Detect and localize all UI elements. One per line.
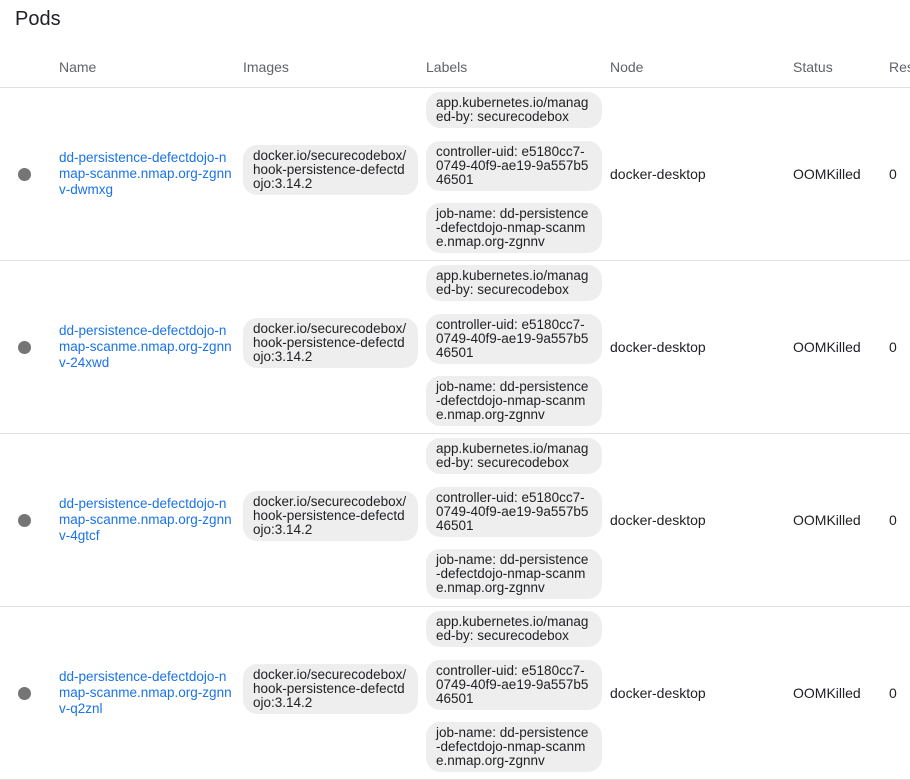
label-chip: controller-uid: e5180cc7-0749-40f9-ae19-… [426, 487, 602, 537]
column-header-labels: Labels [426, 59, 468, 75]
node-name: docker-desktop [610, 166, 706, 182]
status-indicator-icon [18, 168, 31, 181]
status-text: OOMKilled [793, 512, 861, 528]
pod-name-link[interactable]: dd-persistence-defectdojo-nmap-scanme.nm… [59, 323, 234, 371]
status-indicator-icon [18, 687, 31, 700]
column-header-node[interactable]: Node [610, 59, 643, 75]
label-chip: app.kubernetes.io/managed-by: securecode… [426, 438, 602, 474]
label-chip: app.kubernetes.io/managed-by: securecode… [426, 611, 602, 647]
image-chip: docker.io/securecodebox/hook-persistence… [243, 491, 418, 541]
restart-count: 0 [889, 685, 897, 701]
pod-name-link[interactable]: dd-persistence-defectdojo-nmap-scanme.nm… [59, 150, 234, 198]
page-title: Pods [15, 8, 61, 30]
pod-name-link[interactable]: dd-persistence-defectdojo-nmap-scanme.nm… [59, 669, 234, 717]
label-chip: job-name: dd-persistence-defectdojo-nmap… [426, 549, 602, 599]
table-row: dd-persistence-defectdojo-nmap-scanme.nm… [0, 261, 910, 434]
node-name: docker-desktop [610, 685, 706, 701]
status-indicator-icon [18, 341, 31, 354]
status-indicator-icon [18, 514, 31, 527]
table-row: dd-persistence-defectdojo-nmap-scanme.nm… [0, 434, 910, 607]
restart-count: 0 [889, 512, 897, 528]
restart-count: 0 [889, 166, 897, 182]
status-text: OOMKilled [793, 166, 861, 182]
label-chip: app.kubernetes.io/managed-by: securecode… [426, 92, 602, 128]
column-header-name[interactable]: Name [59, 59, 96, 75]
label-chip: job-name: dd-persistence-defectdojo-nmap… [426, 376, 602, 426]
label-chip: controller-uid: e5180cc7-0749-40f9-ae19-… [426, 314, 602, 364]
image-chip: docker.io/securecodebox/hook-persistence… [243, 318, 418, 368]
label-chip: controller-uid: e5180cc7-0749-40f9-ae19-… [426, 141, 602, 191]
label-chip: job-name: dd-persistence-defectdojo-nmap… [426, 203, 602, 253]
image-chip: docker.io/securecodebox/hook-persistence… [243, 664, 418, 714]
status-text: OOMKilled [793, 339, 861, 355]
label-chip: app.kubernetes.io/managed-by: securecode… [426, 265, 602, 301]
image-chip: docker.io/securecodebox/hook-persistence… [243, 145, 418, 195]
pods-table: Name Images Labels Node Status Res dd-pe… [0, 48, 910, 780]
table-header: Name Images Labels Node Status Res [0, 48, 910, 88]
pod-name-link[interactable]: dd-persistence-defectdojo-nmap-scanme.nm… [59, 496, 234, 544]
restart-count: 0 [889, 339, 897, 355]
label-chip: controller-uid: e5180cc7-0749-40f9-ae19-… [426, 660, 602, 710]
column-header-images: Images [243, 59, 289, 75]
node-name: docker-desktop [610, 339, 706, 355]
column-header-restarts[interactable]: Res [889, 59, 910, 75]
label-chip: job-name: dd-persistence-defectdojo-nmap… [426, 722, 602, 772]
table-row: dd-persistence-defectdojo-nmap-scanme.nm… [0, 88, 910, 261]
column-header-status[interactable]: Status [793, 59, 833, 75]
status-text: OOMKilled [793, 685, 861, 701]
node-name: docker-desktop [610, 512, 706, 528]
table-row: dd-persistence-defectdojo-nmap-scanme.nm… [0, 607, 910, 780]
